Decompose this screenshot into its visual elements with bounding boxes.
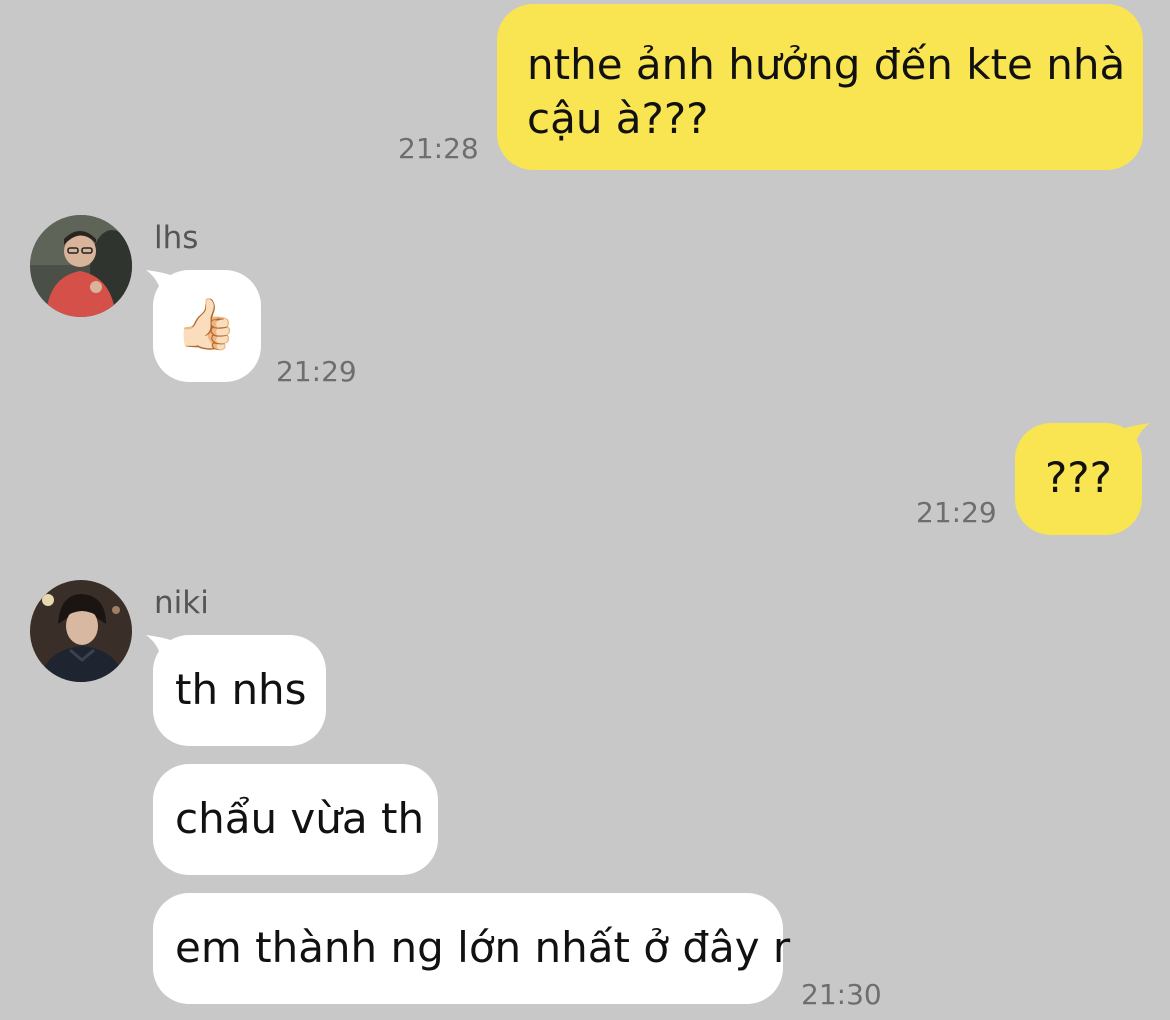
message-time: 21:29 — [276, 355, 357, 388]
message-time: 21:29 — [916, 496, 997, 529]
message-time: 21:30 — [801, 978, 882, 1011]
their-message-bubble[interactable]: em thành ng lớn nhất ở đây r — [153, 893, 790, 1004]
message-text: ??? — [1045, 453, 1112, 502]
message-text-line: cậu à??? — [527, 94, 709, 143]
thumbs-up-emoji: 👍🏻 — [175, 295, 238, 353]
avatar-niki[interactable] — [30, 580, 132, 682]
message-text: em thành ng lớn nhất ở đây r — [175, 923, 791, 972]
sender-name: niki — [154, 585, 209, 621]
message-text: th nhs — [175, 665, 307, 714]
their-message-bubble[interactable]: th nhs — [153, 635, 326, 746]
avatar-niki-image — [30, 580, 132, 682]
their-message-bubble[interactable]: chẩu vừa th — [153, 764, 438, 875]
avatar-lhs[interactable] — [30, 215, 132, 317]
bubble-tail — [1122, 423, 1150, 451]
avatar-lhs-image — [30, 215, 132, 317]
message-time: 21:28 — [398, 132, 479, 165]
their-message-bubble[interactable]: 👍🏻 — [153, 270, 261, 382]
message-text-line: nthe ảnh hưởng đến kte nhà — [527, 40, 1126, 89]
sender-name: lhs — [154, 220, 199, 256]
message-text: chẩu vừa th — [175, 794, 425, 843]
my-message-bubble[interactable]: nthe ảnh hưởng đến kte nhà cậu à??? — [497, 4, 1143, 170]
